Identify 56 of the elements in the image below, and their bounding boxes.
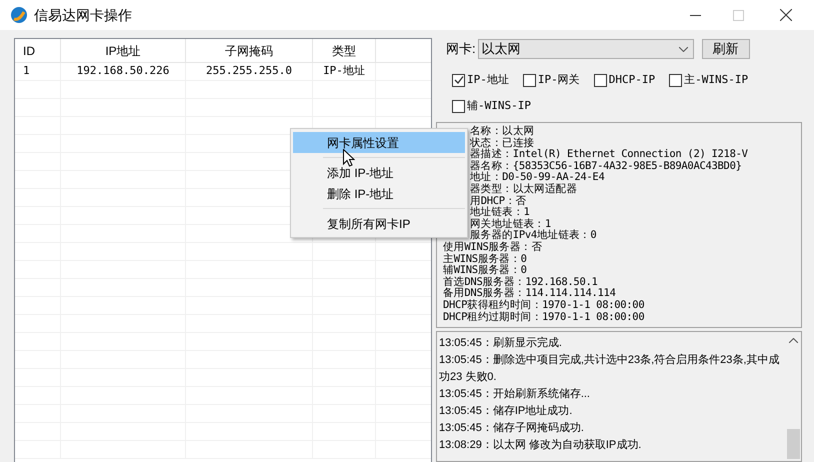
log-line: 13:05:45：删除选中项目完成,共计选中23条,符合启用条件23条,其中成功23 失败0. [439, 352, 780, 385]
info-line: 器名称：{58353C56-16B7-4A32-98E5-B89A0AC43BD0} [470, 160, 742, 172]
checkbox[interactable] [522, 74, 536, 86]
info-line: 状态：已连接 [470, 138, 534, 149]
mouse-cursor-icon [343, 149, 355, 167]
log-line: 13:05:45：刷新显示完成. [439, 336, 563, 351]
chevron-up-icon[interactable] [789, 338, 798, 343]
log-line: 13:05:45：储存子网掩码成功. [439, 421, 585, 436]
checkbox[interactable] [452, 100, 465, 112]
adapter-label: 网卡: [446, 40, 476, 58]
info-line: 主WINS服务器：0 [443, 254, 527, 265]
info-line: DHCP租约过期时间：1970-1-1 08:00:00 [443, 312, 644, 324]
table-cell: 192.168.50.226 [61, 63, 186, 80]
table-cell: IP-地址 [313, 63, 376, 80]
window-title: 信易达网卡操作 [34, 6, 132, 24]
checkbox[interactable] [452, 74, 465, 86]
app-logo-icon [10, 6, 28, 24]
maximize-icon [733, 10, 744, 20]
scroll-thumb[interactable] [787, 429, 800, 459]
info-line: DHCP获得租约时间：1970-1-1 08:00:00 [443, 300, 644, 311]
info-line: 名称：以太网 [470, 126, 534, 137]
close-icon[interactable] [780, 9, 792, 21]
info-line: 地址链表：1 [470, 207, 530, 218]
info-line: 服务器的IPv4地址链表：0 [470, 230, 596, 242]
log-line: 13:05:45：储存IP地址成功. [439, 404, 574, 419]
menu-item[interactable]: 删除 IP-地址 [293, 183, 465, 204]
menu-item[interactable]: 复制所有网卡IP [293, 213, 465, 234]
log-line: 13:05:45：开始刷新系统储存... [439, 386, 591, 402]
info-line: 器类型：以太网适配器 [470, 184, 578, 196]
column-header[interactable]: ID [15, 39, 61, 62]
column-header[interactable]: IP地址 [61, 39, 186, 62]
table-cell: 1 [15, 63, 61, 80]
info-line: 网关地址链表：1 [470, 218, 551, 230]
info-line: 器描述：Intel(R) Ethernet Connection (2) I218-V [470, 149, 748, 160]
checkbox-label[interactable]: 主-WINS-IP [684, 72, 748, 88]
info-line: 首选DNS服务器：192.168.50.1 [443, 276, 598, 288]
info-line: 地址：D0-50-99-AA-24-E4 [470, 172, 604, 184]
info-line: 备用DNS服务器：114.114.114.114 [443, 288, 616, 300]
chevron-down-icon [678, 46, 688, 52]
checkbox[interactable] [669, 74, 682, 86]
checkbox[interactable] [594, 74, 607, 86]
column-header[interactable]: 类型 [313, 39, 376, 62]
menu-item[interactable]: 添加 IP-地址 [293, 162, 465, 183]
log-line: 13:08:29：以太网 修改为自动获取IP成功. [439, 438, 642, 453]
checkbox-label[interactable]: IP-网关 [538, 72, 580, 88]
info-line: 用DHCP：否 [470, 196, 526, 207]
checkbox-label[interactable]: DHCP-IP [608, 72, 656, 88]
menu-item[interactable]: 网卡属性设置 [293, 132, 465, 153]
info-line: 辅WINS服务器：0 [443, 265, 527, 276]
info-line: 使用WINS服务器：否 [443, 242, 542, 253]
checkbox-label[interactable]: 辅-WINS-IP [467, 98, 531, 114]
checkbox-label[interactable]: IP-地址 [467, 72, 509, 88]
table-cell: 255.255.255.0 [186, 63, 313, 80]
refresh-button[interactable]: 刷新 [702, 39, 750, 59]
adapter-dropdown[interactable]: 以太网 [478, 39, 694, 59]
column-header[interactable]: 子网掩码 [186, 39, 313, 62]
